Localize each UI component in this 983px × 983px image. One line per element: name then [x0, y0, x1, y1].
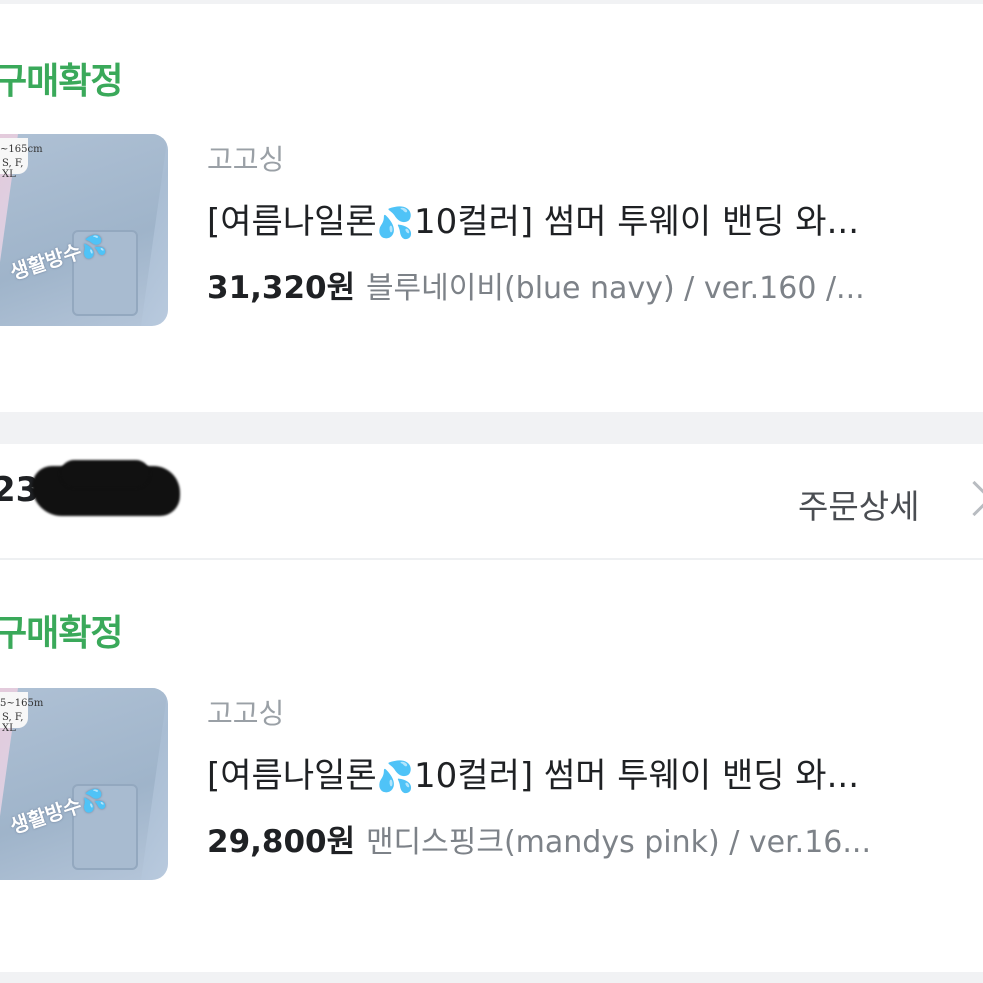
- size-range: 5~165m: [0, 698, 44, 709]
- price: 29,800원: [207, 824, 356, 860]
- option: 맨디스핑크(mandys pink) / ver.16...: [365, 825, 871, 860]
- order-detail-link[interactable]: 주문상세: [798, 480, 919, 528]
- seller-name[interactable]: 고고싱: [207, 692, 284, 732]
- size-list: S, F, XL: [2, 712, 24, 734]
- product-thumbnail[interactable]: 5~165m S, F, XL 생활방수💦: [0, 688, 168, 880]
- size-range: ~165cm: [0, 144, 43, 155]
- order-status: 구매확정: [0, 61, 123, 102]
- order-card-1: 구매확정 ~165cm S, F, XL 생활방수💦 고고싱 [여름나일론💦10…: [0, 4, 983, 412]
- price-line: 31,320원 블루네이비(blue navy) / ver.160 /...: [207, 262, 865, 307]
- redaction-scribble: [60, 460, 150, 488]
- size-card: ~165cm S, F, XL: [0, 138, 43, 180]
- divider: [0, 558, 983, 560]
- product-thumbnail[interactable]: ~165cm S, F, XL 생활방수💦: [0, 134, 168, 326]
- order-status: 구매확정: [0, 613, 123, 654]
- product-title[interactable]: [여름나일론💦10컬러] 썸머 투웨이 밴딩 와...: [207, 748, 859, 797]
- seller-name[interactable]: 고고싱: [207, 138, 284, 178]
- size-list: S, F, XL: [2, 158, 24, 180]
- sweat-drops-icon: 💦: [376, 206, 415, 241]
- option: 블루네이비(blue navy) / ver.160 /...: [365, 271, 865, 306]
- product-title[interactable]: [여름나일론💦10컬러] 썸머 투웨이 밴딩 와...: [207, 194, 859, 243]
- price-line: 29,800원 맨디스핑크(mandys pink) / ver.16...: [207, 816, 871, 861]
- size-card: 5~165m S, F, XL: [0, 692, 43, 734]
- price: 31,320원: [207, 270, 356, 306]
- sweat-drops-icon: 💦: [376, 760, 415, 795]
